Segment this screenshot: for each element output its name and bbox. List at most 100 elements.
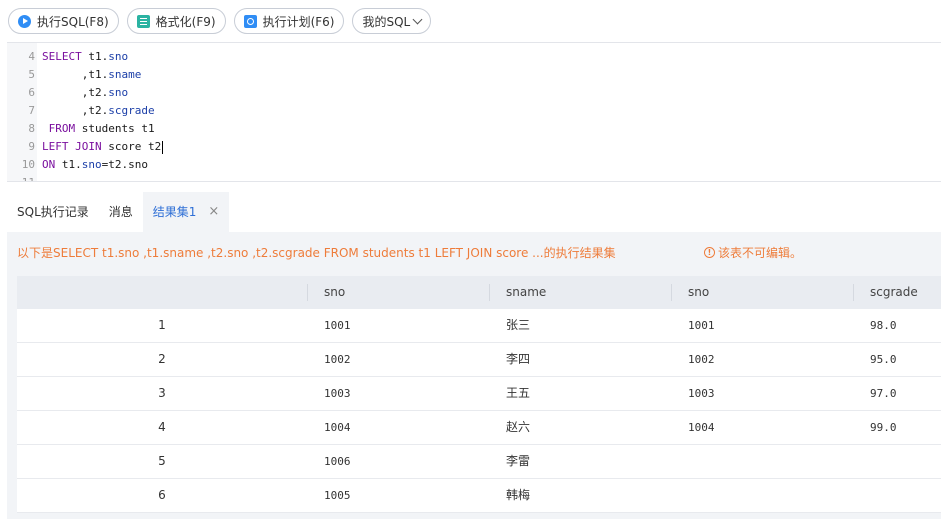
close-icon[interactable]: × [208, 192, 219, 232]
cell-sno-2[interactable]: 1002 [688, 343, 715, 376]
code-line[interactable]: 7 ,t2.scgrade [7, 102, 941, 120]
column-divider[interactable] [489, 284, 490, 301]
sql-text: students t1 [75, 122, 155, 135]
header-cell-sname[interactable]: sname [506, 276, 546, 309]
result-panel: 以下是SELECT t1.sno ,t1.sname ,t2.sno ,t2.s… [7, 232, 941, 519]
code-line[interactable]: 4 SELECT t1.sno [7, 48, 941, 66]
code-line[interactable]: 9 LEFT JOIN score t2 [7, 138, 941, 156]
tab-result-set-1[interactable]: 结果集1 × [142, 192, 230, 232]
line-number: 5 [28, 68, 35, 81]
sql-field: scgrade [108, 104, 155, 117]
cell-scgrade[interactable]: 98.0 [870, 309, 897, 342]
cell-scgrade[interactable]: 97.0 [870, 377, 897, 410]
run-sql-label: 执行SQL(F8) [37, 14, 109, 29]
cell-sname[interactable]: 赵六 [506, 411, 530, 444]
header-cell-index [17, 276, 307, 309]
column-divider[interactable] [671, 284, 672, 301]
result-tabs: SQL执行记录 消息 结果集1 × [7, 192, 230, 232]
column-divider[interactable] [853, 284, 854, 301]
line-number: 10 [21, 158, 35, 171]
cell-sname[interactable]: 张三 [506, 309, 530, 342]
format-button[interactable]: 格式化(F9) [126, 8, 226, 34]
code-line[interactable]: 8 FROM students t1 [7, 120, 941, 138]
header-cell-sno[interactable]: sno [324, 276, 345, 309]
cell-sno[interactable]: 1003 [324, 377, 351, 410]
cell-index[interactable]: 1 [17, 309, 307, 342]
code-line[interactable]: 5 ,t1.sname [7, 66, 941, 84]
format-label: 格式化(F9) [155, 14, 216, 29]
table-row[interactable]: 3 1003 王五 1003 97.0 [17, 377, 941, 411]
table-row[interactable]: 6 1005 韩梅 [17, 479, 941, 513]
tab-messages[interactable]: 消息 [99, 192, 143, 232]
header-cell-sno-2[interactable]: sno [688, 276, 709, 309]
format-icon [136, 14, 150, 28]
readonly-notice: ! 该表不可编辑。 [704, 244, 802, 261]
cell-index[interactable]: 2 [17, 343, 307, 376]
cell-index[interactable]: 3 [17, 377, 307, 410]
result-notice: 以下是SELECT t1.sno ,t1.sname ,t2.sno ,t2.s… [17, 246, 616, 260]
plan-icon [243, 14, 257, 28]
cell-index[interactable]: 5 [17, 445, 307, 478]
cell-sno[interactable]: 1001 [324, 309, 351, 342]
line-number: 6 [28, 86, 35, 99]
code-line[interactable]: 6 ,t2.sno [7, 84, 941, 102]
code-line[interactable]: 11 [7, 174, 941, 181]
sql-keyword: LEFT JOIN [42, 140, 102, 153]
sql-editor[interactable]: 4 SELECT t1.sno 5 ,t1.sname 6 ,t2.sno 7 ,t2.… [7, 42, 941, 182]
readonly-label: 该表不可编辑。 [718, 246, 803, 260]
code-text: ,t2.scgrade [42, 102, 155, 120]
cell-sno[interactable]: 1005 [324, 479, 351, 512]
play-icon [18, 14, 31, 28]
cell-index[interactable]: 6 [17, 479, 307, 512]
cell-sname[interactable]: 李雷 [506, 445, 530, 478]
sql-text: score t2 [101, 140, 162, 153]
sql-text: ,t2. [42, 86, 109, 99]
line-number: 8 [28, 122, 35, 135]
code-line[interactable]: 10 ON t1.sno=t2.sno [7, 156, 941, 174]
table-row[interactable]: 4 1004 赵六 1004 99.0 [17, 411, 941, 445]
cell-sno[interactable]: 1006 [324, 445, 351, 478]
code-text: FROM students t1 [42, 120, 155, 138]
sql-text: ,t2. [42, 104, 109, 117]
explain-plan-button[interactable]: 执行计划(F6) [233, 8, 345, 34]
code-text: ,t1.sname [42, 66, 142, 84]
code-text: LEFT JOIN score t2 [42, 138, 164, 156]
sql-text: t1. [55, 158, 82, 171]
code-text: SELECT t1.sno [42, 48, 128, 66]
run-sql-button[interactable]: 执行SQL(F8) [8, 8, 119, 34]
line-number: 9 [28, 140, 35, 153]
cell-sname[interactable]: 李四 [506, 343, 530, 376]
cell-scgrade[interactable]: 95.0 [870, 343, 897, 376]
chevron-down-icon [412, 14, 423, 24]
table-row[interactable]: 5 1006 李雷 [17, 445, 941, 479]
sql-text: =t2.sno [101, 158, 148, 171]
cell-sno-2[interactable]: 1001 [688, 309, 715, 342]
cell-sno-2[interactable]: 1003 [688, 377, 715, 410]
explain-plan-label: 执行计划(F6) [262, 14, 335, 29]
my-sql-label: 我的SQL [362, 14, 411, 29]
tab-result-set-1-label: 结果集1 [152, 205, 197, 219]
cell-sno[interactable]: 1002 [324, 343, 351, 376]
sql-keyword: FROM [42, 122, 76, 135]
line-number: 11 [7, 174, 35, 181]
cell-sname[interactable]: 韩梅 [506, 479, 530, 512]
grid-header-row: sno sname sno scgrade [17, 276, 941, 309]
toolbar: 执行SQL(F8) 格式化(F9) 执行计划(F6) 我的SQL [0, 0, 941, 42]
table-row[interactable]: 1 1001 张三 1001 98.0 [17, 309, 941, 343]
cell-sno[interactable]: 1004 [324, 411, 351, 444]
cell-index[interactable]: 4 [17, 411, 307, 444]
tab-sql-history[interactable]: SQL执行记录 [7, 192, 99, 232]
column-divider[interactable] [307, 284, 308, 301]
table-row[interactable]: 2 1002 李四 1002 95.0 [17, 343, 941, 377]
sql-field: sno [108, 50, 129, 63]
sql-field: sname [108, 68, 142, 81]
cell-scgrade[interactable]: 99.0 [870, 411, 897, 444]
sql-keyword: SELECT [42, 50, 82, 63]
sql-field: sno [108, 86, 129, 99]
cell-sname[interactable]: 王五 [506, 377, 530, 410]
my-sql-dropdown[interactable]: 我的SQL [352, 8, 432, 34]
sql-keyword: ON [42, 158, 56, 171]
line-number: 4 [28, 50, 35, 63]
cell-sno-2[interactable]: 1004 [688, 411, 715, 444]
header-cell-scgrade[interactable]: scgrade [870, 276, 918, 309]
